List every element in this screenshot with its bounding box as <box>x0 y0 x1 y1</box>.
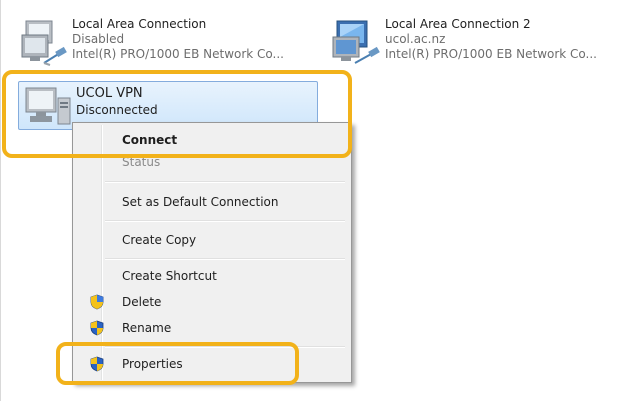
menu-item-label: Status <box>122 155 161 169</box>
context-menu: Connect Status Set as Default Connection… <box>72 122 352 383</box>
menu-separator <box>105 181 345 183</box>
menu-item-label: Properties <box>122 357 183 371</box>
menu-item-rename[interactable]: Rename <box>75 317 347 339</box>
connection-status: Disabled <box>72 32 125 46</box>
uac-shield-icon <box>89 294 105 310</box>
menu-item-delete[interactable]: Delete <box>75 291 347 313</box>
menu-item-status: Status <box>75 151 347 173</box>
connection-name: UCOL VPN <box>76 86 143 101</box>
connection-adapter: Intel(R) PRO/1000 EB Network Co... <box>385 47 597 61</box>
connection-name: Local Area Connection 2 <box>385 17 531 31</box>
uac-shield-icon <box>89 320 105 336</box>
menu-separator <box>105 346 345 348</box>
connection-status: Disconnected <box>76 103 158 117</box>
menu-separator <box>105 258 345 260</box>
menu-separator <box>105 220 345 222</box>
connection-adapter: Intel(R) PRO/1000 EB Network Co... <box>72 47 284 61</box>
network-computer-icon <box>14 17 72 69</box>
menu-item-label: Set as Default Connection <box>122 195 279 209</box>
connection-local-area[interactable]: Local Area Connection Disabled Intel(R) … <box>14 17 314 79</box>
network-computer-icon <box>327 17 385 69</box>
menu-item-label: Rename <box>122 321 172 335</box>
menu-item-label: Create Shortcut <box>122 269 217 283</box>
uac-shield-icon <box>89 356 105 372</box>
connection-local-area-2[interactable]: Local Area Connection 2 ucol.ac.nz Intel… <box>327 17 637 79</box>
menu-item-connect[interactable]: Connect <box>75 129 347 151</box>
menu-item-create-shortcut[interactable]: Create Shortcut <box>75 265 347 287</box>
connection-status: ucol.ac.nz <box>385 32 446 46</box>
menu-item-properties[interactable]: Properties <box>75 353 347 375</box>
menu-item-label: Connect <box>122 133 178 147</box>
menu-item-label: Delete <box>122 295 162 309</box>
menu-item-set-default[interactable]: Set as Default Connection <box>75 191 347 213</box>
menu-item-label: Create Copy <box>122 233 197 247</box>
connection-name: Local Area Connection <box>72 17 207 31</box>
menu-item-create-copy[interactable]: Create Copy <box>75 229 347 251</box>
